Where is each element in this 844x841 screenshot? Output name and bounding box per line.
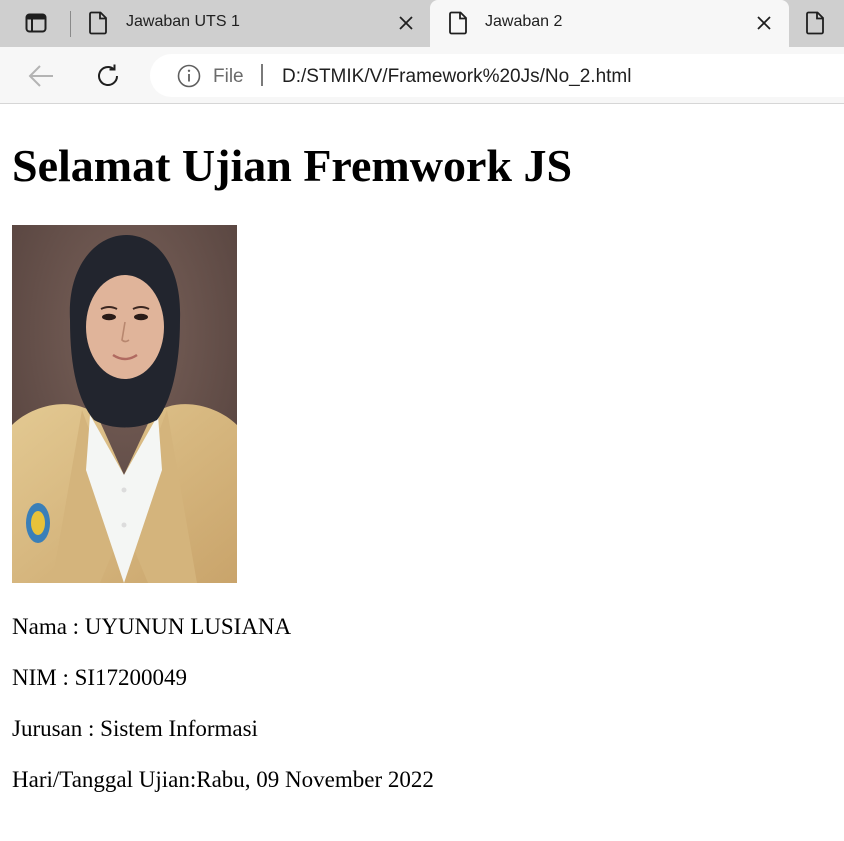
reload-icon <box>98 64 118 87</box>
tab-separator <box>70 11 71 37</box>
tab-jawaban-2[interactable]: Jawaban 2 <box>430 0 789 47</box>
close-tab-button[interactable] <box>754 13 774 33</box>
page-icon <box>806 11 824 35</box>
tab-jawaban-uts-1[interactable]: Jawaban UTS 1 <box>76 0 430 47</box>
close-tab-button[interactable] <box>396 13 416 33</box>
close-icon <box>399 16 413 30</box>
info-jurusan: Jurusan : Sistem Informasi <box>12 716 258 741</box>
info-icon[interactable] <box>177 64 201 88</box>
page-icon <box>89 11 107 35</box>
address-url[interactable]: D:/STMIK/V/Framework%20Js/No_2.html <box>282 66 631 88</box>
address-bar[interactable]: File D:/STMIK/V/Framework%20Js/No_2.html <box>150 54 844 97</box>
address-scheme: File <box>213 66 244 87</box>
back-arrow-icon <box>28 65 53 87</box>
tab-title: Jawaban 2 <box>485 13 563 30</box>
reload-button[interactable] <box>92 60 124 92</box>
tab-title: Jawaban UTS 1 <box>126 13 240 30</box>
profile-photo <box>12 225 237 583</box>
toolbar: File D:/STMIK/V/Framework%20Js/No_2.html <box>0 47 844 104</box>
tab-actions-icon <box>25 13 47 33</box>
info-nama: Nama : UYUNUN LUSIANA <box>12 614 292 639</box>
info-nim: NIM : SI17200049 <box>12 665 188 690</box>
back-button[interactable] <box>25 60 57 92</box>
page-title: Selamat Ujian Fremwork JS <box>12 140 573 191</box>
address-separator <box>261 64 263 86</box>
tab-partial[interactable] <box>789 0 844 47</box>
close-icon <box>757 16 771 30</box>
info-tanggal: Hari/Tanggal Ujian:Rabu, 09 November 202… <box>12 767 434 792</box>
tab-strip: Jawaban UTS 1 Jawaban 2 <box>0 0 844 47</box>
tab-actions-button[interactable] <box>12 8 60 38</box>
page-icon <box>449 11 467 35</box>
